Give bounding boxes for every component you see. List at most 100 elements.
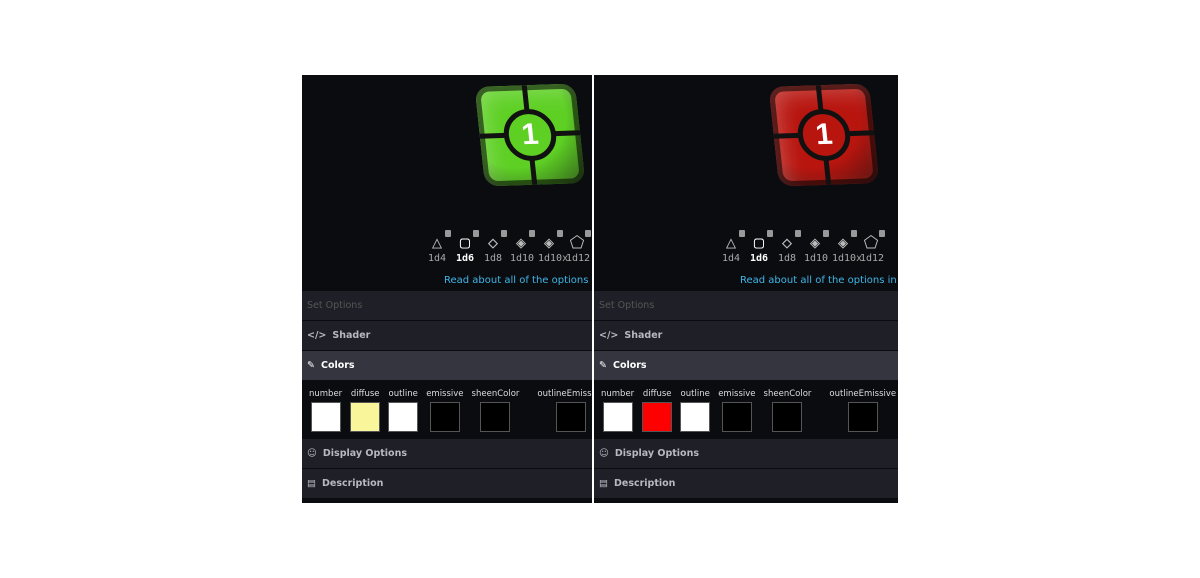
display-options-row[interactable]: ☺ Display Options	[594, 439, 898, 469]
display-options-row[interactable]: ☺ Display Options	[302, 439, 592, 469]
shader-row[interactable]: </> Shader	[302, 321, 592, 351]
trash-icon[interactable]	[529, 230, 535, 237]
die-option-1d4[interactable]: △ 1d4	[426, 230, 451, 264]
d6-die-render: 1	[474, 83, 586, 187]
book-icon: ▤	[307, 478, 316, 489]
trash-icon[interactable]	[795, 230, 801, 237]
docs-link[interactable]: Read about all of the options in ou	[740, 275, 898, 286]
swatch-emissive[interactable]: emissive	[426, 389, 464, 439]
set-options-row[interactable]: Set Options	[594, 291, 898, 321]
row-label: Description	[321, 478, 384, 489]
swatch-emissive[interactable]: emissive	[718, 389, 756, 439]
shader-row[interactable]: </> Shader	[594, 321, 898, 351]
row-label: Display Options	[322, 448, 407, 459]
die-option-1d6[interactable]: ▢ 1d6	[454, 230, 479, 264]
swatch-label: emissive	[718, 389, 756, 399]
trash-icon[interactable]	[501, 230, 507, 237]
die-label: 1d4	[721, 253, 741, 264]
trash-icon[interactable]	[473, 230, 479, 237]
die-option-1d4[interactable]: △ 1d4	[720, 230, 745, 264]
trash-icon[interactable]	[851, 230, 857, 237]
trash-icon[interactable]	[445, 230, 451, 237]
docs-link[interactable]: Read about all of the options in o	[444, 275, 592, 286]
die-option-1d10x[interactable]: ◈ 1d10x	[832, 230, 862, 264]
die-label: 1d10	[510, 253, 535, 264]
color-box[interactable]	[480, 402, 511, 432]
eyedropper-icon: ✎	[599, 360, 607, 371]
row-label: Colors	[320, 360, 355, 371]
trash-icon[interactable]	[879, 230, 885, 237]
color-box[interactable]	[847, 402, 878, 432]
die-label: 1d10x	[832, 253, 863, 264]
die-option-1d12[interactable]: ⬠ 1d12	[860, 230, 885, 264]
die-option-1d10[interactable]: ◈ 1d10	[510, 230, 535, 264]
row-label: Set Options	[599, 300, 655, 311]
palette-icon: ☺	[307, 448, 317, 459]
swatch-outlineEmissive[interactable]: outlineEmissive	[829, 389, 896, 439]
row-label: Set Options	[307, 300, 363, 311]
die-option-1d10x[interactable]: ◈ 1d10x	[538, 230, 568, 264]
trash-icon[interactable]	[739, 230, 745, 237]
colors-row[interactable]: ✎ Colors	[302, 351, 592, 381]
swatch-diffuse[interactable]: diffuse	[642, 389, 673, 439]
row-label: Colors	[612, 360, 647, 371]
swatch-outline[interactable]: outline	[680, 389, 711, 439]
swatch-outlineEmissive[interactable]: outlineEmissive	[537, 389, 592, 439]
swatch-label: diffuse	[350, 389, 380, 399]
swatch-number[interactable]: number	[309, 389, 342, 439]
color-swatches: number diffuse outline emissive sheenColor ou…	[302, 381, 592, 439]
die-number: 1	[501, 108, 559, 162]
trash-icon[interactable]	[823, 230, 829, 237]
swatch-label: outlineEmissive	[829, 389, 897, 399]
swatch-diffuse[interactable]: diffuse	[350, 389, 381, 439]
swatch-number[interactable]: number	[601, 389, 634, 439]
swatch-label: outline	[680, 389, 710, 399]
trash-icon[interactable]	[557, 230, 563, 237]
d6-die-render: 1	[768, 83, 880, 187]
color-box[interactable]	[429, 402, 460, 432]
row-label: Shader	[624, 330, 663, 341]
color-box[interactable]	[388, 402, 419, 432]
description-row[interactable]: ▤ Description	[302, 469, 592, 499]
swatch-label: number	[309, 389, 343, 399]
die-label: 1d10	[804, 253, 829, 264]
color-box[interactable]	[721, 402, 752, 432]
die-label: 1d8	[777, 253, 797, 264]
dice-selector: △ 1d4 ▢ 1d6 ◇ 1d8 ◈ 1d10 ◈ 1d10x ⬠ 1d12	[720, 230, 885, 264]
color-box[interactable]	[602, 402, 633, 432]
description-row[interactable]: ▤ Description	[594, 469, 898, 499]
color-box[interactable]	[772, 402, 803, 432]
code-icon: </>	[307, 330, 327, 341]
trash-icon[interactable]	[585, 230, 591, 237]
swatch-sheenColor[interactable]: sheenColor	[472, 389, 519, 439]
set-options-row[interactable]: Set Options	[302, 291, 592, 321]
die-option-1d8[interactable]: ◇ 1d8	[776, 230, 801, 264]
die-label: 1d4	[427, 253, 447, 264]
eyedropper-icon: ✎	[307, 360, 315, 371]
swatch-sheenColor[interactable]: sheenColor	[764, 389, 811, 439]
color-box[interactable]	[350, 402, 381, 432]
swatch-label: number	[601, 389, 635, 399]
die-number: 1	[795, 108, 853, 162]
color-box[interactable]	[642, 402, 673, 432]
die-option-1d10[interactable]: ◈ 1d10	[804, 230, 829, 264]
die-option-1d8[interactable]: ◇ 1d8	[482, 230, 507, 264]
colors-row[interactable]: ✎ Colors	[594, 351, 898, 381]
trash-icon[interactable]	[767, 230, 773, 237]
book-icon: ▤	[599, 478, 608, 489]
swatch-label: diffuse	[642, 389, 672, 399]
die-label: 1d12	[566, 253, 591, 264]
dice-panel-green: 1 △ 1d4 ▢ 1d6 ◇ 1d8 ◈ 1d10 ◈ 1d10x ⬠ 1d1…	[302, 75, 592, 503]
color-box[interactable]	[680, 402, 711, 432]
die-option-1d6[interactable]: ▢ 1d6	[748, 230, 773, 264]
die-label: 1d12	[860, 253, 885, 264]
die-label: 1d10x	[538, 253, 569, 264]
color-box[interactable]	[555, 402, 586, 432]
color-box[interactable]	[310, 402, 341, 432]
code-icon: </>	[599, 330, 619, 341]
die-option-1d12[interactable]: ⬠ 1d12	[566, 230, 591, 264]
swatch-outline[interactable]: outline	[388, 389, 419, 439]
swatch-label: emissive	[426, 389, 464, 399]
die-label: 1d6	[455, 253, 475, 264]
dice-panel-red: 1 △ 1d4 ▢ 1d6 ◇ 1d8 ◈ 1d10 ◈ 1d10x ⬠ 1d1…	[594, 75, 898, 503]
